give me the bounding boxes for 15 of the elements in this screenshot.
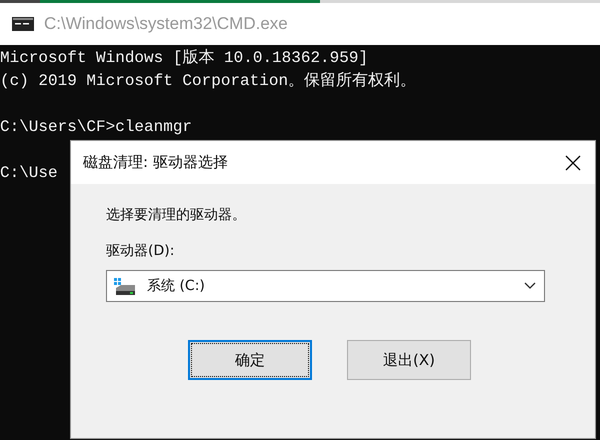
close-icon[interactable] — [565, 154, 581, 170]
console-line: Microsoft Windows [版本 10.0.18362.959] — [0, 49, 368, 67]
prompt-text: 选择要清理的驱动器。 — [106, 206, 246, 224]
drive-dropdown[interactable]: 系统 (C:) — [106, 270, 545, 302]
drive-icon — [113, 276, 137, 296]
exit-button[interactable]: 退出(X) — [347, 340, 471, 380]
console-line: C:\Users\CF>cleanmgr — [0, 118, 192, 136]
console-line: C:\Use — [0, 164, 58, 182]
dialog-title: 磁盘清理: 驱动器选择 — [83, 153, 228, 172]
ok-button[interactable]: 确定 — [188, 340, 312, 380]
window-title: C:\Windows\system32\CMD.exe — [44, 14, 288, 34]
console-icon — [12, 17, 34, 31]
drive-label: 驱动器(D): — [106, 242, 174, 260]
console-line: (c) 2019 Microsoft Corporation。保留所有权利。 — [0, 72, 416, 90]
chevron-down-icon — [524, 282, 536, 290]
